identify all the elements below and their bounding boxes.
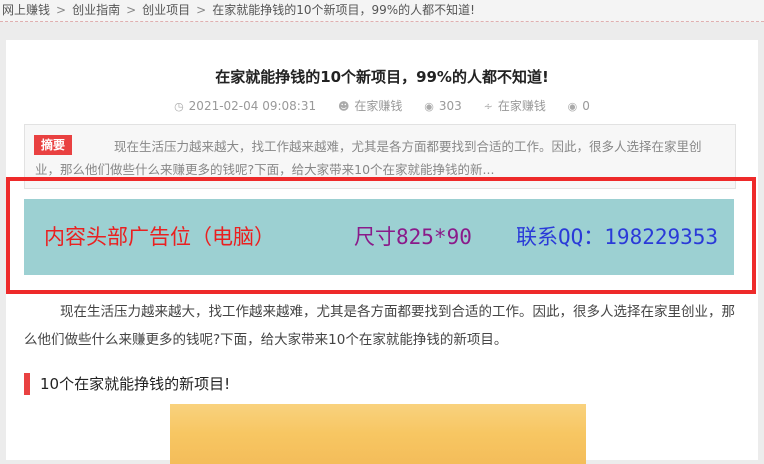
breadcrumb: 网上赚钱 > 创业指南 > 创业项目 > 在家就能挣钱的10个新项目，99%的人都不知道!: [0, 0, 764, 22]
ad-size: 尺寸825*90: [354, 225, 472, 249]
ad-label: 内容头部广告位（电脑）: [44, 225, 275, 249]
breadcrumb-item-guide[interactable]: 创业指南: [72, 3, 120, 17]
article-title: 在家就能挣钱的10个新项目，99%的人都不知道!: [215, 68, 549, 86]
breadcrumb-separator: >: [56, 3, 67, 17]
meta-author-text[interactable]: 在家赚钱: [354, 99, 402, 113]
user-icon: ☻: [337, 100, 350, 113]
article-image: [170, 404, 586, 464]
meta-date: ◷ 2021-02-04 09:08:31: [174, 99, 316, 113]
ad-banner[interactable]: 内容头部广告位（电脑） 尺寸825*90 联系QQ：198229353: [24, 199, 734, 275]
article-card: 在家就能挣钱的10个新项目，99%的人都不知道! ◷ 2021-02-04 09:…: [6, 40, 758, 464]
summary-text: 现在生活压力越来越大，找工作越来越难，尤其是各方面都要找到合适的工作。因此，很多…: [35, 139, 702, 177]
meta-category-text[interactable]: 在家赚钱: [498, 99, 546, 113]
section-heading: 10个在家就能挣钱的新项目!: [24, 373, 230, 395]
breadcrumb-separator: >: [126, 3, 137, 17]
breadcrumb-item-home[interactable]: 网上赚钱: [2, 3, 50, 17]
summary-tag: 摘要: [34, 135, 73, 155]
eye-icon: ◉: [424, 100, 434, 113]
meta-comments[interactable]: ◉ 0: [568, 99, 590, 113]
breadcrumb-item-current: 在家就能挣钱的10个新项目，99%的人都不知道!: [212, 3, 475, 17]
breadcrumb-separator: >: [196, 3, 207, 17]
meta-date-text: 2021-02-04 09:08:31: [188, 99, 317, 113]
article-meta: ◷ 2021-02-04 09:08:31 ☻ 在家赚钱 ◉ 303 ∻ 在家赚钱 ◉ 0: [6, 97, 758, 114]
meta-views-text: 303: [438, 99, 462, 113]
meta-comments-text[interactable]: 0: [582, 99, 590, 113]
clock-icon: ◷: [174, 100, 184, 113]
breadcrumb-item-projects[interactable]: 创业项目: [142, 3, 190, 17]
meta-category[interactable]: ∻ 在家赚钱: [484, 97, 546, 114]
comment-icon: ◉: [567, 100, 578, 113]
meta-author[interactable]: ☻ 在家赚钱: [338, 97, 402, 114]
meta-views: ◉ 303: [424, 99, 462, 113]
ad-contact: 联系QQ：198229353: [516, 225, 719, 249]
rss-icon: ∻: [483, 100, 493, 113]
article-intro: 现在生活压力越来越大，找工作越来越难，尤其是各方面都要找到合适的工作。因此，很多…: [24, 304, 735, 348]
